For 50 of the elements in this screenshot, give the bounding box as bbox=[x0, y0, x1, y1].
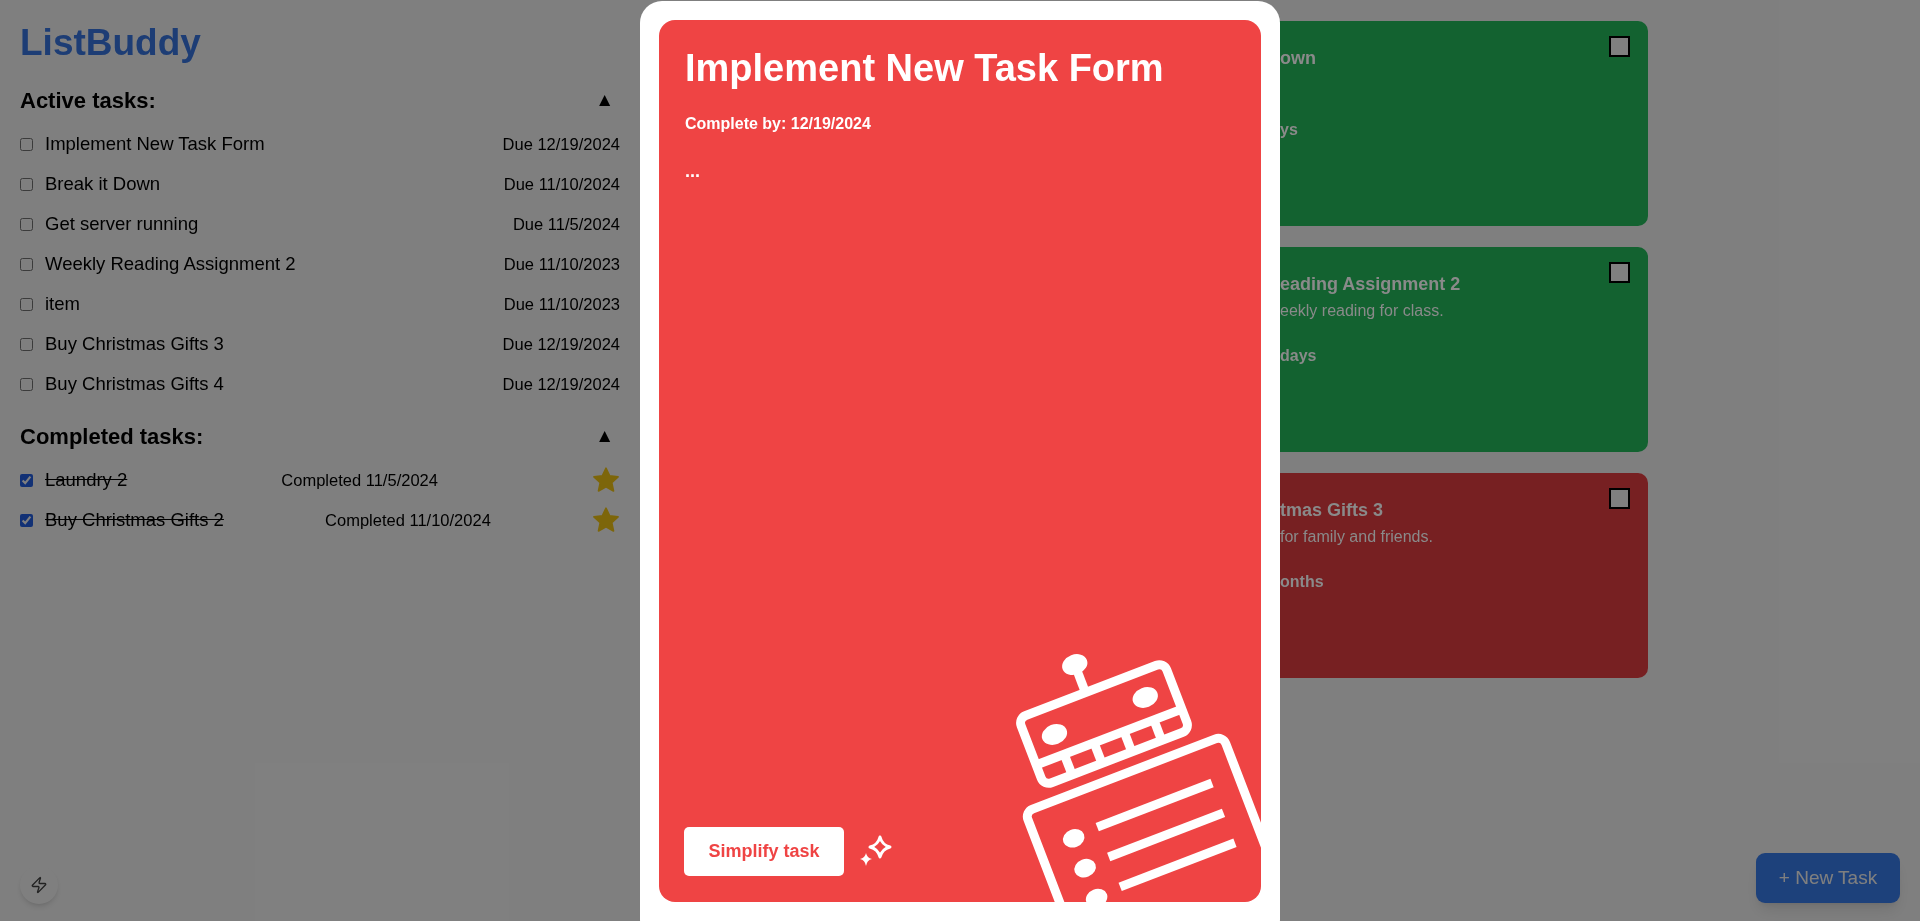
task-name: Break it Down bbox=[45, 172, 161, 197]
modal-title: Implement New Task Form bbox=[685, 46, 1165, 90]
task-checkbox[interactable] bbox=[20, 377, 33, 391]
card-checkbox[interactable] bbox=[1609, 488, 1630, 509]
task-name: Get server running bbox=[45, 212, 199, 237]
task-date: Due 11/5/2024 bbox=[512, 213, 620, 235]
task-checkbox[interactable] bbox=[20, 257, 33, 271]
task-checkbox[interactable] bbox=[20, 337, 33, 351]
card-description: for family and friends. bbox=[1280, 527, 1434, 547]
task-name: Buy Christmas Gifts 3 bbox=[45, 332, 224, 357]
simplify-task-button[interactable]: Simplify task bbox=[684, 827, 844, 876]
task-name: Buy Christmas Gifts 2 bbox=[45, 508, 224, 533]
collapse-toggle[interactable]: ▲ bbox=[595, 85, 620, 115]
task-checkbox[interactable] bbox=[20, 473, 33, 487]
complete-by-date: Complete by: 12/19/2024 bbox=[685, 114, 872, 134]
task-date: Due 11/10/2024 bbox=[503, 173, 620, 195]
task-name: Implement New Task Form bbox=[45, 132, 265, 157]
task-checkbox[interactable] bbox=[20, 177, 33, 191]
task-checkbox[interactable] bbox=[20, 217, 33, 231]
section-heading: Active tasks: bbox=[20, 86, 156, 115]
task-date: Completed 11/5/2024 bbox=[281, 469, 438, 491]
card-title: tmas Gifts 3 bbox=[1280, 499, 1385, 521]
task-date: Due 11/10/2023 bbox=[503, 253, 620, 275]
card-title: eading Assignment 2 bbox=[1280, 273, 1462, 295]
task-date: Completed 11/10/2024 bbox=[325, 509, 491, 531]
star-icon[interactable] bbox=[592, 506, 620, 534]
task-date: Due 11/10/2023 bbox=[503, 293, 620, 315]
task-checkbox[interactable] bbox=[20, 137, 33, 151]
card-time-left: ys bbox=[1280, 120, 1299, 140]
task-checkbox[interactable] bbox=[20, 513, 33, 527]
task-date: Due 12/19/2024 bbox=[502, 133, 620, 155]
task-date: Due 12/19/2024 bbox=[502, 333, 620, 355]
task-date: Due 12/19/2024 bbox=[502, 373, 620, 395]
collapse-toggle[interactable]: ▲ bbox=[595, 421, 620, 451]
card-description: eekly reading for class. bbox=[1280, 301, 1445, 321]
task-description: ... bbox=[685, 160, 701, 183]
task-name: item bbox=[45, 292, 80, 317]
card-time-left: onths bbox=[1280, 572, 1325, 592]
new-task-button[interactable]: + New Task bbox=[1756, 853, 1900, 903]
section-heading: Completed tasks: bbox=[20, 422, 204, 451]
card-checkbox[interactable] bbox=[1609, 36, 1630, 57]
card-title: own bbox=[1280, 47, 1317, 69]
task-checkbox[interactable] bbox=[20, 297, 33, 311]
task-name: Buy Christmas Gifts 4 bbox=[45, 372, 224, 397]
star-icon[interactable] bbox=[592, 466, 620, 494]
card-time-left: days bbox=[1280, 346, 1318, 366]
task-name: Weekly Reading Assignment 2 bbox=[45, 252, 296, 277]
app-title: ListBuddy bbox=[20, 21, 202, 65]
card-checkbox[interactable] bbox=[1609, 262, 1630, 283]
task-name: Laundry 2 bbox=[45, 468, 128, 493]
